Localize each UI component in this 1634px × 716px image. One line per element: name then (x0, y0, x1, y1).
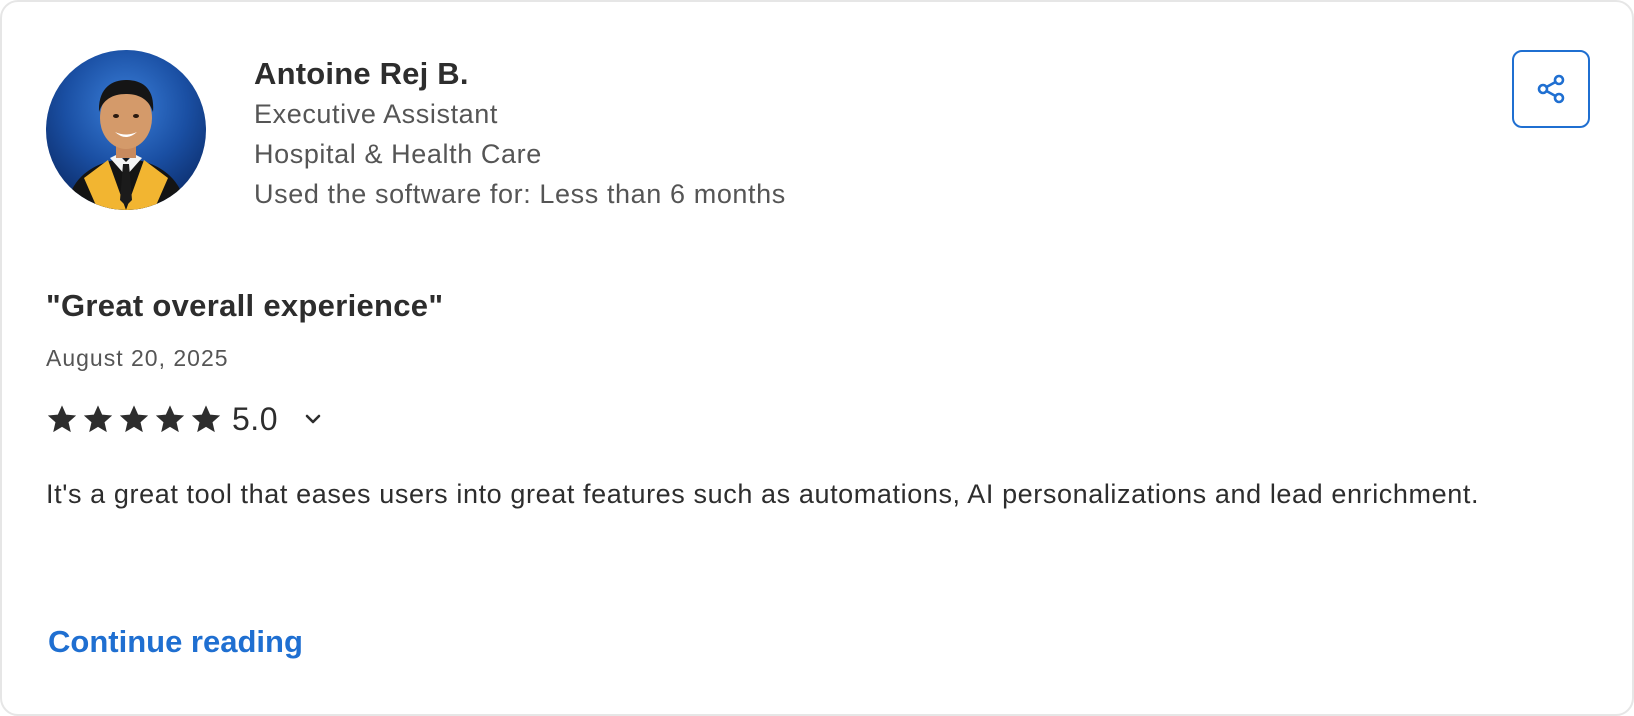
reviewer-usage: Used the software for: Less than 6 month… (254, 179, 786, 209)
reviewer-info: Antoine Rej B. Executive Assistant Hospi… (254, 54, 786, 214)
rating-row: 5.0 (46, 398, 326, 440)
rating-details-toggle[interactable] (300, 406, 326, 432)
chevron-down-icon (305, 414, 321, 424)
reviewer-industry: Hospital & Health Care (254, 139, 542, 169)
avatar (46, 50, 206, 210)
share-icon (1537, 74, 1565, 104)
review-body: It's a great tool that eases users into … (46, 479, 1480, 509)
star-icon (118, 403, 150, 435)
star-icon (154, 403, 186, 435)
continue-reading-link[interactable]: Continue reading (48, 622, 303, 662)
review-title: "Great overall experience" (46, 288, 444, 323)
star-icon (46, 403, 78, 435)
review-card: Antoine Rej B. Executive Assistant Hospi… (0, 0, 1634, 716)
star-rating (46, 403, 226, 435)
reviewer-name: Antoine Rej B. (254, 56, 469, 91)
star-icon (82, 403, 114, 435)
review-date: August 20, 2025 (46, 345, 229, 371)
reviewer-role: Executive Assistant (254, 99, 499, 129)
star-icon (190, 403, 222, 435)
rating-value: 5.0 (232, 401, 278, 437)
share-button[interactable] (1512, 50, 1590, 128)
